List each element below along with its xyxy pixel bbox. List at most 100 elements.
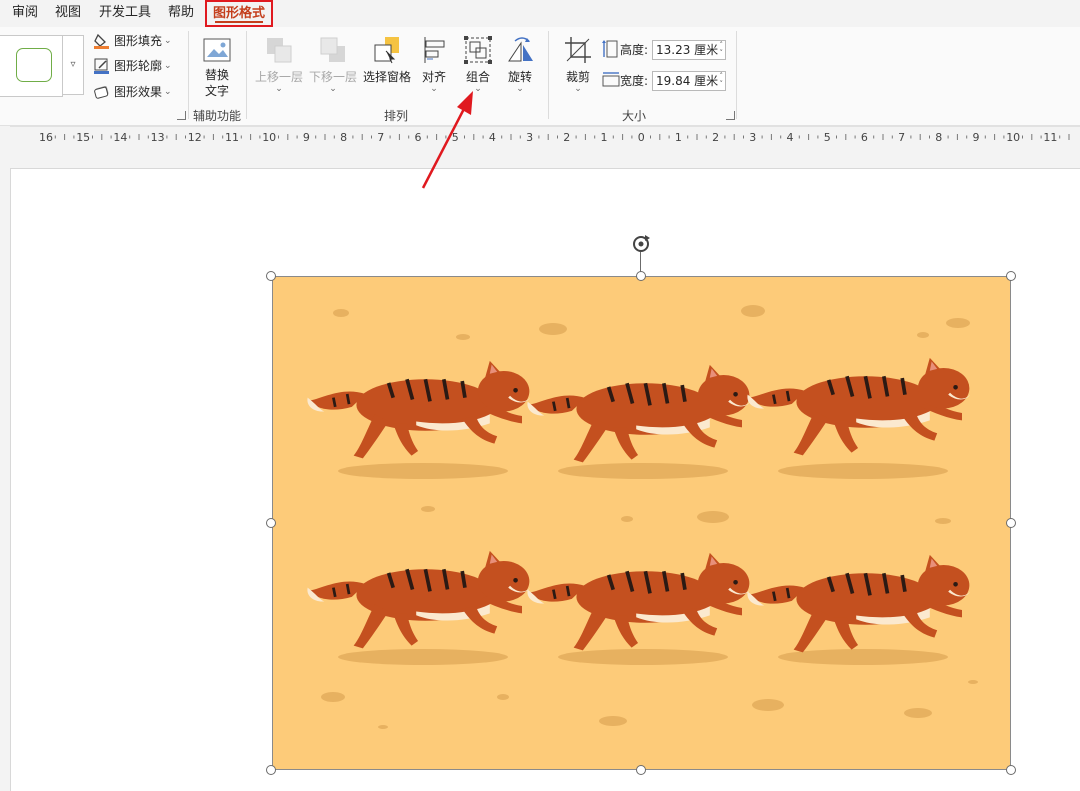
ruler-number: 1 [675, 131, 682, 144]
resize-handle-w[interactable] [266, 518, 276, 528]
resize-handle-n[interactable] [636, 271, 646, 281]
size-launcher-icon[interactable] [726, 111, 735, 120]
spinner-icon[interactable]: ˄ ˅ [720, 41, 724, 57]
crop-button[interactable]: 裁剪 ⌄ [558, 35, 598, 95]
ruler-number: 3 [526, 131, 533, 144]
group-label: 组合 [465, 70, 490, 84]
shape-effects-label: 图形效果 [114, 85, 163, 99]
send-backward-label: 下移一层 [308, 70, 357, 84]
chevron-down-icon: ⌄ [574, 84, 582, 94]
bring-forward-button[interactable]: 上移一层 ⌄ [252, 35, 306, 95]
width-icon [602, 72, 620, 87]
height-icon [602, 40, 618, 58]
rotate-handle-stem [640, 252, 641, 272]
shape-style-swatch[interactable] [16, 48, 52, 82]
chevron-down-icon: ⌄ [275, 84, 283, 94]
align-label: 对齐 [421, 70, 446, 84]
rotate-icon [508, 37, 533, 62]
shape-outline-label: 图形轮廓 [114, 59, 163, 73]
spinner-icon[interactable]: ˄ ˅ [720, 72, 724, 88]
ruler-number: 9 [973, 131, 980, 144]
send-backward-button[interactable]: 下移一层 ⌄ [306, 35, 360, 95]
width-label: 宽度: [620, 74, 649, 88]
ruler-number: 10 [1006, 131, 1020, 144]
tab-review[interactable]: 审阅 [12, 4, 38, 22]
paint-bucket-icon [94, 33, 109, 49]
ribbon: ▿ 图形填充 ⌄ 图形轮廓 ⌄ 图形效果 ⌄ 替换 文字 辅助功能 上移一层 ⌄… [0, 27, 1080, 126]
chevron-down-icon: ⌄ [164, 87, 172, 97]
chevron-down-icon: ⌄ [164, 36, 172, 46]
selection-pane-button[interactable]: 选择窗格 [360, 35, 414, 95]
height-field[interactable]: 13.23 厘米 ˄ ˅ [652, 40, 726, 60]
chevron-down-icon: ⌄ [164, 61, 172, 71]
group-label-accessibility: 辅助功能 [193, 109, 242, 123]
send-backward-icon [320, 37, 345, 62]
width-field[interactable]: 19.84 厘米 ˄ ˅ [652, 71, 726, 91]
ruler-number: 9 [303, 131, 310, 144]
ruler-number: 15 [76, 131, 90, 144]
resize-handle-e[interactable] [1006, 518, 1016, 528]
ruler-number: 4 [489, 131, 496, 144]
ruler-number: 11 [225, 131, 239, 144]
tab-help[interactable]: 帮助 [168, 4, 194, 22]
ruler-number: 11 [1043, 131, 1057, 144]
shape-fill-label: 图形填充 [114, 34, 163, 48]
ruler-number: 14 [113, 131, 127, 144]
ruler-number: 0 [638, 131, 645, 144]
cat-figure [305, 358, 533, 461]
resize-handle-sw[interactable] [266, 765, 276, 775]
cat-shadow [338, 463, 508, 479]
bring-forward-label: 上移一层 [254, 70, 303, 84]
tab-shape-format[interactable]: 图形格式 [205, 0, 273, 27]
ruler-number: 1 [601, 131, 608, 144]
cat-figure [745, 552, 973, 655]
cat-figure [745, 355, 973, 458]
cat-shadow [558, 649, 728, 665]
shape-style-gallery[interactable] [0, 35, 63, 97]
ruler-number: 3 [749, 131, 756, 144]
tab-view[interactable]: 视图 [55, 4, 81, 22]
resize-handle-nw[interactable] [266, 271, 276, 281]
align-icon [424, 37, 445, 63]
tab-developer[interactable]: 开发工具 [99, 4, 151, 22]
ruler-number: 7 [377, 131, 384, 144]
resize-handle-s[interactable] [636, 765, 646, 775]
cat-shadow [558, 463, 728, 479]
alt-text-button[interactable]: 替换 文字 [197, 37, 237, 103]
ruler-number: 4 [787, 131, 794, 144]
selection-pane-icon [374, 37, 399, 64]
alt-text-line1: 替换 [204, 68, 229, 82]
shape-styles-launcher-icon[interactable] [177, 111, 186, 120]
running-cats-illustration [305, 305, 978, 729]
resize-handle-se[interactable] [1006, 765, 1016, 775]
group-icon [464, 36, 492, 64]
ruler-number: 8 [935, 131, 942, 144]
ruler-number: 16 [39, 131, 53, 144]
active-tab-underline [215, 21, 263, 23]
group-label-size: 大小 [622, 109, 647, 123]
group-label-arrange: 排列 [384, 109, 409, 123]
selection-pane-label: 选择窗格 [362, 70, 411, 84]
cat-figure [525, 362, 753, 465]
annotation-arrow [421, 91, 473, 189]
cat-shadow [778, 463, 948, 479]
resize-handle-ne[interactable] [1006, 271, 1016, 281]
gallery-more-button[interactable]: ▿ [62, 35, 84, 95]
ruler-ticks: 16 15 14 13 12 11 10 9 8 7 6 5 4 3 2 1 0 1 2 3 4 5 6 7 8 9 10 11 [39, 131, 1070, 144]
ruler-number: 10 [262, 131, 276, 144]
horizontal-ruler: 16 15 14 13 12 11 10 9 8 7 6 5 4 3 2 1 0 1 2 3 4 5 6 7 8 9 10 11 [10, 126, 1080, 147]
bring-forward-icon [267, 38, 292, 63]
menu-bar: 审阅 视图 开发工具 帮助 图形格式 [0, 0, 1080, 27]
ruler-number: 12 [188, 131, 202, 144]
effects-icon [94, 86, 109, 99]
chevron-down-icon: ⌄ [516, 84, 524, 94]
rotate-button[interactable]: 旋转 ⌄ [500, 35, 540, 95]
alt-text-line2: 文字 [204, 84, 229, 98]
rotate-handle-icon[interactable] [630, 233, 652, 255]
width-value: 19.84 厘米 [656, 74, 719, 88]
selected-picture[interactable] [272, 276, 1011, 770]
ruler-number: 2 [563, 131, 570, 144]
height-label: 高度: [620, 43, 649, 57]
ruler-number: 8 [340, 131, 347, 144]
ruler-number: 2 [712, 131, 719, 144]
